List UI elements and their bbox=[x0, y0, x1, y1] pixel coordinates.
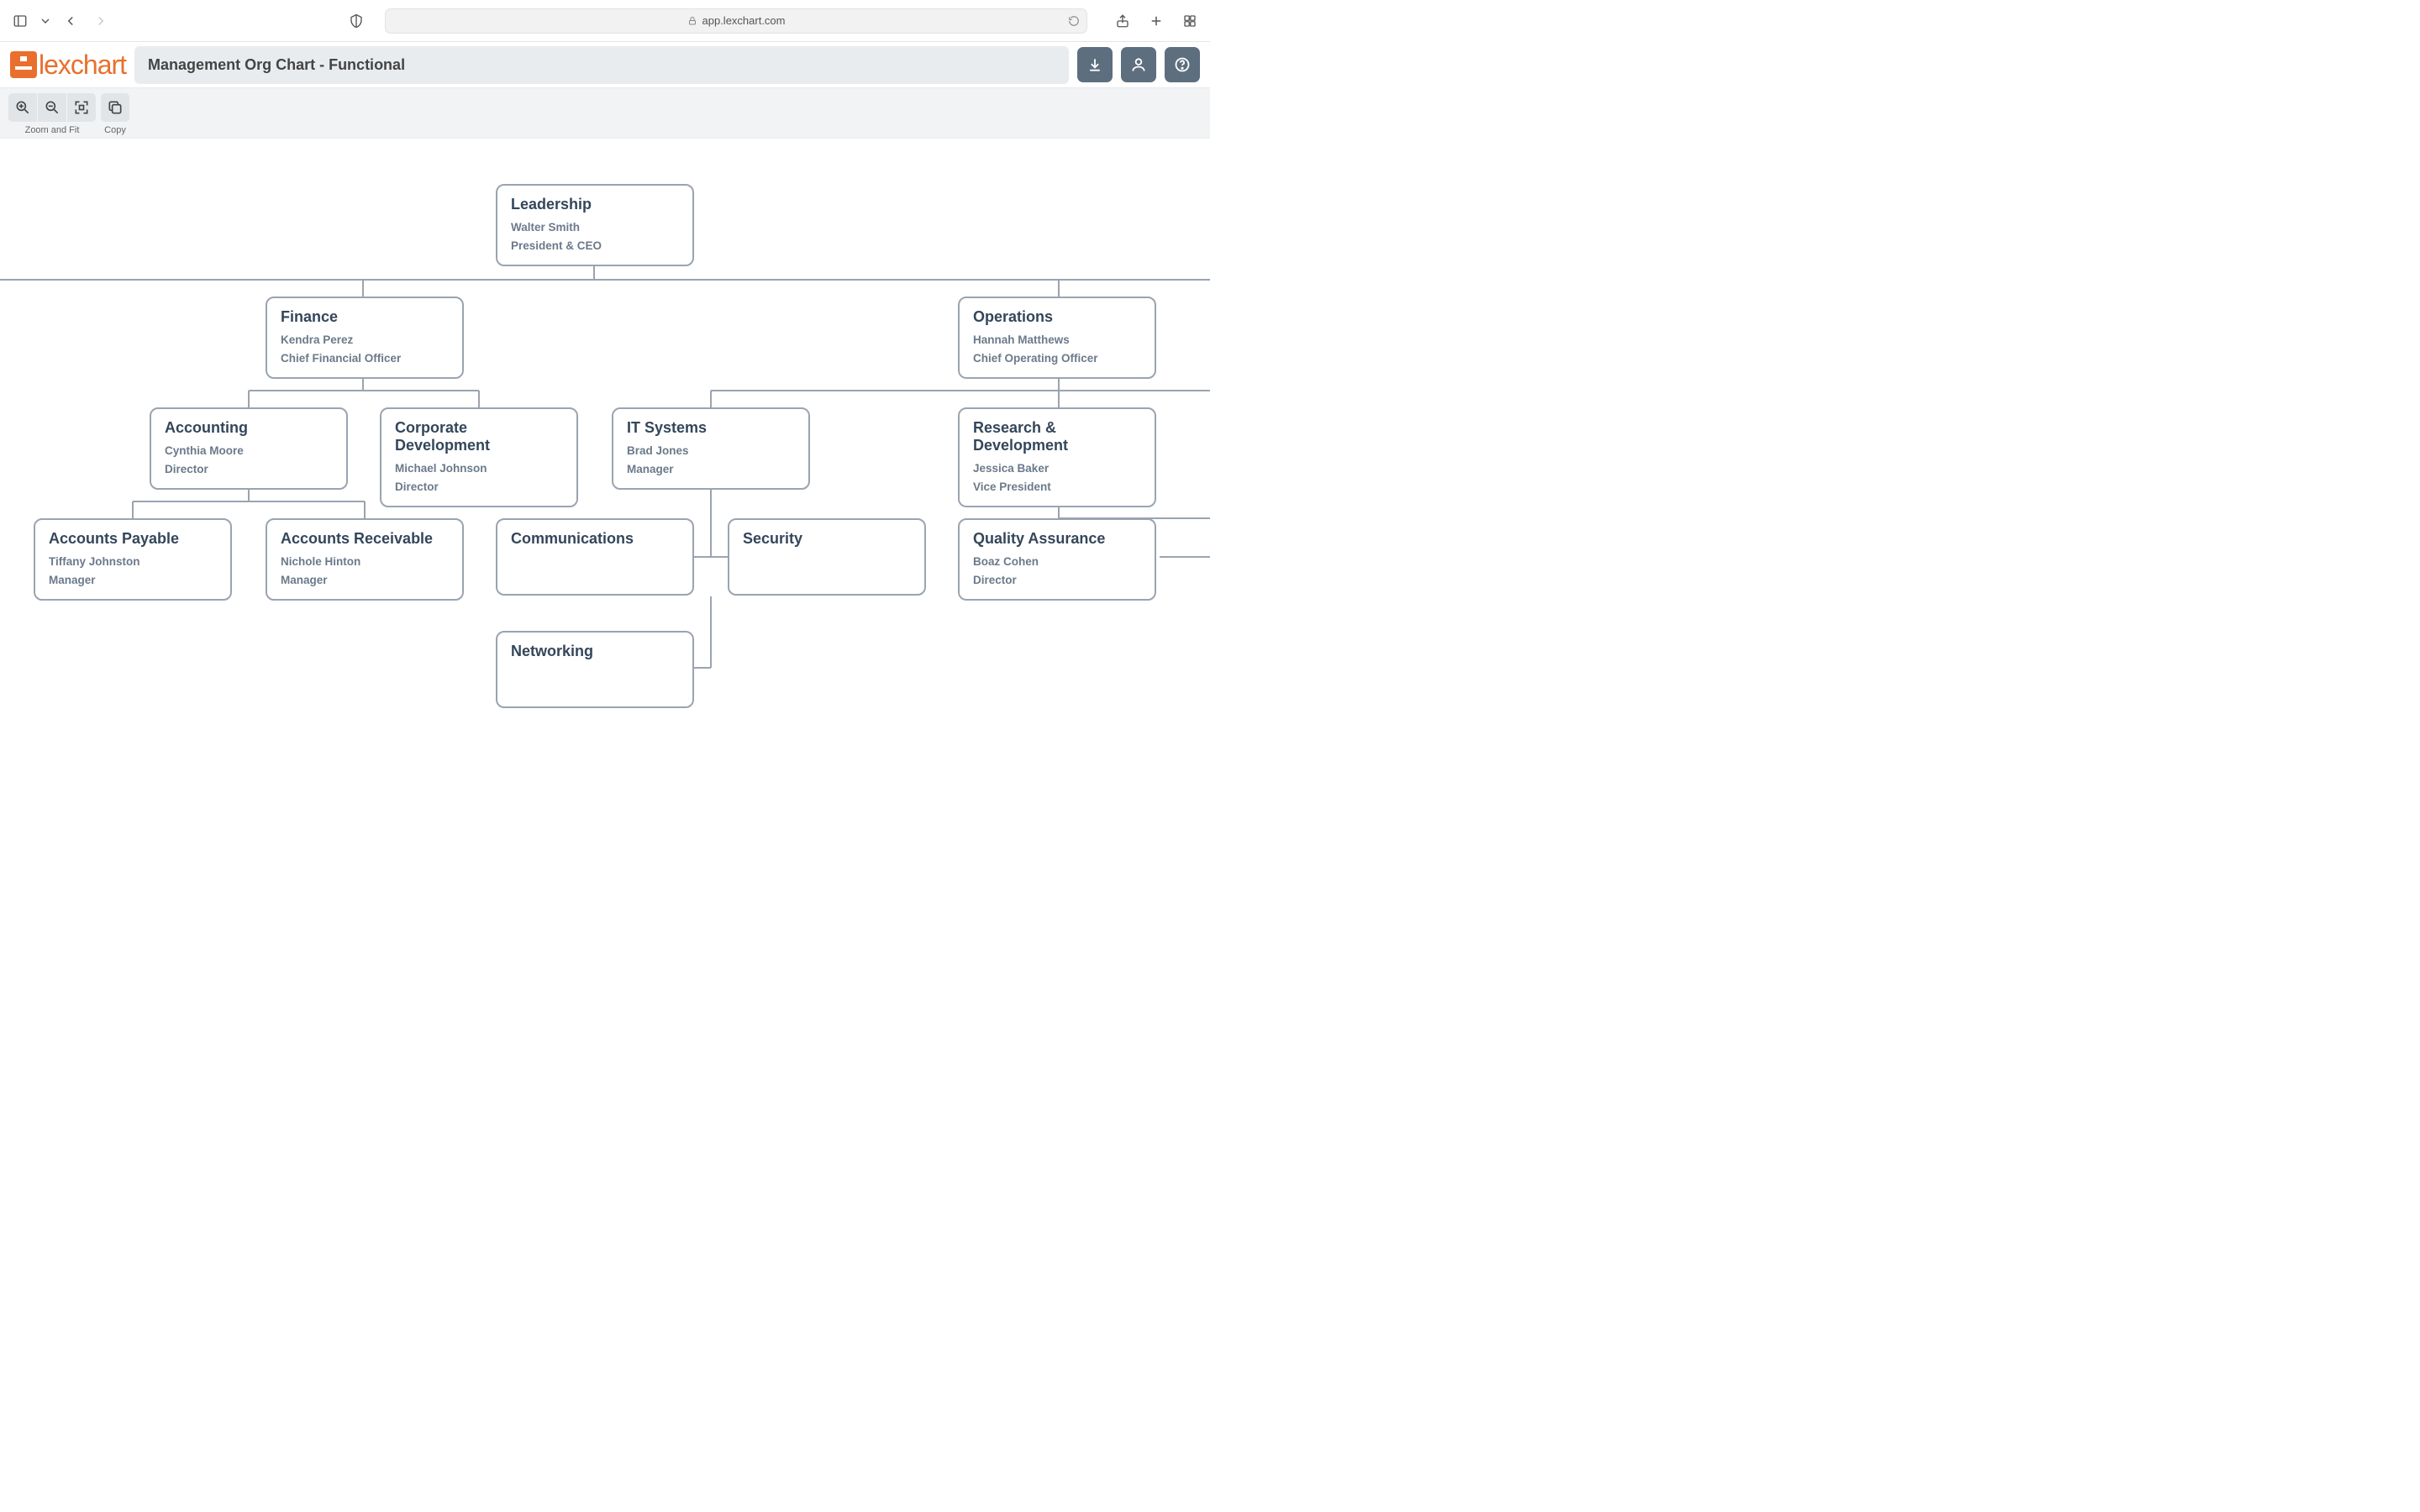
node-title: Quality Assurance bbox=[973, 530, 1141, 548]
node-role: Chief Operating Officer bbox=[973, 349, 1141, 368]
node-role: Vice President bbox=[973, 478, 1141, 496]
node-role: Director bbox=[973, 571, 1141, 590]
node-name: Boaz Cohen bbox=[973, 553, 1141, 571]
node-name: Hannah Matthews bbox=[973, 331, 1141, 349]
fit-button[interactable] bbox=[67, 93, 96, 122]
document-title-input[interactable]: Management Org Chart - Functional bbox=[134, 46, 1069, 84]
node-accounting[interactable]: Accounting Cynthia Moore Director bbox=[150, 407, 348, 490]
zoom-fit-label: Zoom and Fit bbox=[25, 125, 80, 135]
node-title: Communications bbox=[511, 530, 679, 548]
node-operations[interactable]: Operations Hannah Matthews Chief Operati… bbox=[958, 297, 1156, 379]
node-role: President & CEO bbox=[511, 237, 679, 255]
node-name: Nichole Hinton bbox=[281, 553, 449, 571]
reload-icon[interactable] bbox=[1068, 15, 1080, 27]
copy-button[interactable] bbox=[101, 93, 129, 122]
app-logo[interactable]: lexchart bbox=[10, 50, 126, 81]
node-title: Accounting bbox=[165, 419, 333, 437]
node-qa[interactable]: Quality Assurance Boaz Cohen Director bbox=[958, 518, 1156, 601]
sidebar-toggle-icon[interactable] bbox=[8, 9, 32, 33]
share-icon[interactable] bbox=[1111, 9, 1134, 33]
node-role: Director bbox=[165, 460, 333, 479]
chevron-down-icon[interactable] bbox=[39, 9, 52, 33]
node-name: Brad Jones bbox=[627, 442, 795, 460]
node-title: Corporate Development bbox=[395, 419, 563, 454]
node-name: Michael Johnson bbox=[395, 459, 563, 478]
node-finance[interactable]: Finance Kendra Perez Chief Financial Off… bbox=[266, 297, 464, 379]
node-rnd[interactable]: Research & Development Jessica Baker Vic… bbox=[958, 407, 1156, 507]
brand-text: lexchart bbox=[39, 50, 126, 81]
node-role: Manager bbox=[49, 571, 217, 590]
help-button[interactable] bbox=[1165, 47, 1200, 82]
tabs-grid-icon[interactable] bbox=[1178, 9, 1202, 33]
node-ap[interactable]: Accounts Payable Tiffany Johnston Manage… bbox=[34, 518, 232, 601]
node-role: Manager bbox=[627, 460, 795, 479]
node-ar[interactable]: Accounts Receivable Nichole Hinton Manag… bbox=[266, 518, 464, 601]
node-name: Tiffany Johnston bbox=[49, 553, 217, 571]
node-role: Manager bbox=[281, 571, 449, 590]
node-corpdev[interactable]: Corporate Development Michael Johnson Di… bbox=[380, 407, 578, 507]
node-title: Research & Development bbox=[973, 419, 1141, 454]
url-bar[interactable]: app.lexchart.com bbox=[385, 8, 1087, 34]
download-button[interactable] bbox=[1077, 47, 1113, 82]
url-text: app.lexchart.com bbox=[702, 14, 786, 27]
app-header: lexchart Management Org Chart - Function… bbox=[0, 42, 1210, 88]
node-security[interactable]: Security bbox=[728, 518, 926, 596]
node-networking[interactable]: Networking bbox=[496, 631, 694, 708]
node-title: IT Systems bbox=[627, 419, 795, 437]
shield-icon[interactable] bbox=[345, 9, 368, 33]
org-chart-canvas[interactable]: Leadership Walter Smith President & CEO … bbox=[0, 139, 1210, 756]
zoom-fit-group: Zoom and Fit bbox=[8, 93, 96, 135]
node-name: Walter Smith bbox=[511, 218, 679, 237]
logo-mark-icon bbox=[10, 51, 37, 78]
copy-group: Copy bbox=[101, 93, 129, 135]
zoom-out-button[interactable] bbox=[38, 93, 66, 122]
node-role: Chief Financial Officer bbox=[281, 349, 449, 368]
new-tab-icon[interactable] bbox=[1144, 9, 1168, 33]
node-communications[interactable]: Communications bbox=[496, 518, 694, 596]
node-leadership[interactable]: Leadership Walter Smith President & CEO bbox=[496, 184, 694, 266]
copy-label: Copy bbox=[104, 125, 126, 135]
account-button[interactable] bbox=[1121, 47, 1156, 82]
node-name: Jessica Baker bbox=[973, 459, 1141, 478]
node-role: Director bbox=[395, 478, 563, 496]
node-title: Accounts Receivable bbox=[281, 530, 449, 548]
node-itsystems[interactable]: IT Systems Brad Jones Manager bbox=[612, 407, 810, 490]
node-name: Cynthia Moore bbox=[165, 442, 333, 460]
node-name: Kendra Perez bbox=[281, 331, 449, 349]
browser-chrome: app.lexchart.com bbox=[0, 0, 1210, 42]
node-title: Security bbox=[743, 530, 911, 548]
toolbar: Zoom and Fit Copy bbox=[0, 88, 1210, 139]
nav-back-button[interactable] bbox=[59, 9, 82, 33]
node-title: Finance bbox=[281, 308, 449, 326]
zoom-in-button[interactable] bbox=[8, 93, 37, 122]
node-title: Accounts Payable bbox=[49, 530, 217, 548]
node-title: Networking bbox=[511, 643, 679, 660]
node-title: Leadership bbox=[511, 196, 679, 213]
nav-forward-button[interactable] bbox=[89, 9, 113, 33]
node-title: Operations bbox=[973, 308, 1141, 326]
lock-icon bbox=[687, 16, 697, 26]
